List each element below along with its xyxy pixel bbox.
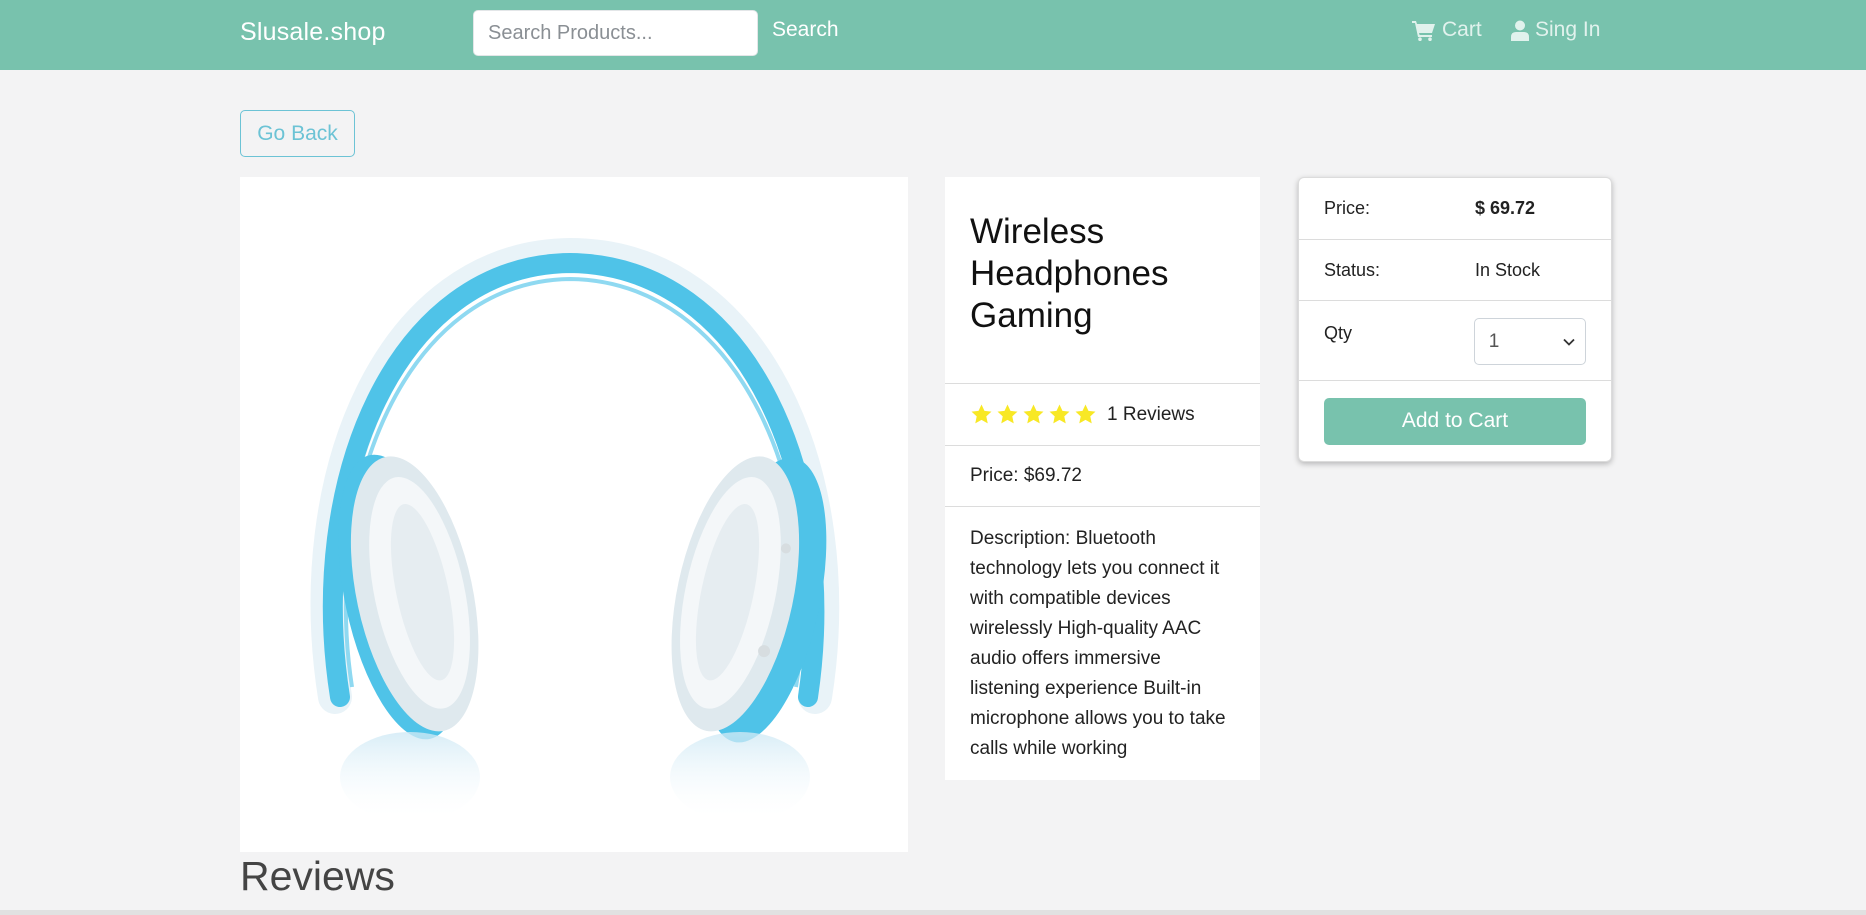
buy-price-label: Price: [1324,198,1371,218]
product-info-list: Wireless Headphones Gaming 1 Reviews Pri… [945,177,1260,780]
nav-cart-link[interactable]: Cart [1412,18,1482,42]
user-icon [1511,20,1529,41]
product-price: Price: $69.72 [970,465,1082,486]
search-input[interactable] [473,10,758,56]
qty-value: 1 [1488,330,1500,352]
page-bottom-divider [0,910,1866,915]
product-title-item: Wireless Headphones Gaming [945,177,1260,384]
go-back-button[interactable]: Go Back [240,110,355,157]
star-icon [997,404,1018,424]
product-description: Description: Bluetooth technology lets y… [970,528,1226,759]
product-price-item: Price: $69.72 [945,446,1260,507]
reviews-count: 1 Reviews [1107,403,1195,425]
buy-status-row: Status: In Stock [1299,240,1611,301]
chevron-down-icon [1563,338,1575,346]
product-title: Wireless Headphones Gaming [970,212,1169,335]
rating-stars [970,403,1097,426]
headphones-illustration [310,237,840,822]
navbar: Slusale.shop Search Cart Sing In [0,0,1866,70]
buy-price-row: Price: $ 69.72 [1299,178,1611,240]
nav-signin-link[interactable]: Sing In [1511,18,1600,42]
buy-price-value: $ 69.72 [1475,198,1536,218]
qty-select[interactable]: 1 [1473,318,1586,365]
signin-label: Sing In [1535,18,1601,41]
buy-card: Price: $ 69.72 Status: In Stock Qty 1 Ad… [1298,177,1612,462]
star-icon [971,404,992,424]
qty-label: Qty [1324,323,1353,343]
star-icon [1075,404,1096,424]
cart-icon [1412,20,1436,41]
buy-status-label: Status: [1324,259,1381,280]
search-button[interactable]: Search [772,18,839,42]
add-to-cart-button[interactable]: Add to Cart [1324,397,1586,445]
product-image [240,177,908,852]
reviews-heading: Reviews [240,853,395,899]
cart-label: Cart [1442,18,1482,41]
star-icon [1023,404,1044,424]
star-icon [1049,404,1070,424]
product-rating-item: 1 Reviews [945,384,1260,446]
brand-logo[interactable]: Slusale.shop [240,18,386,47]
buy-cart-row: Add to Cart [1299,381,1611,461]
buy-qty-row: Qty 1 [1299,301,1611,381]
stock-status: In Stock [1475,259,1541,280]
